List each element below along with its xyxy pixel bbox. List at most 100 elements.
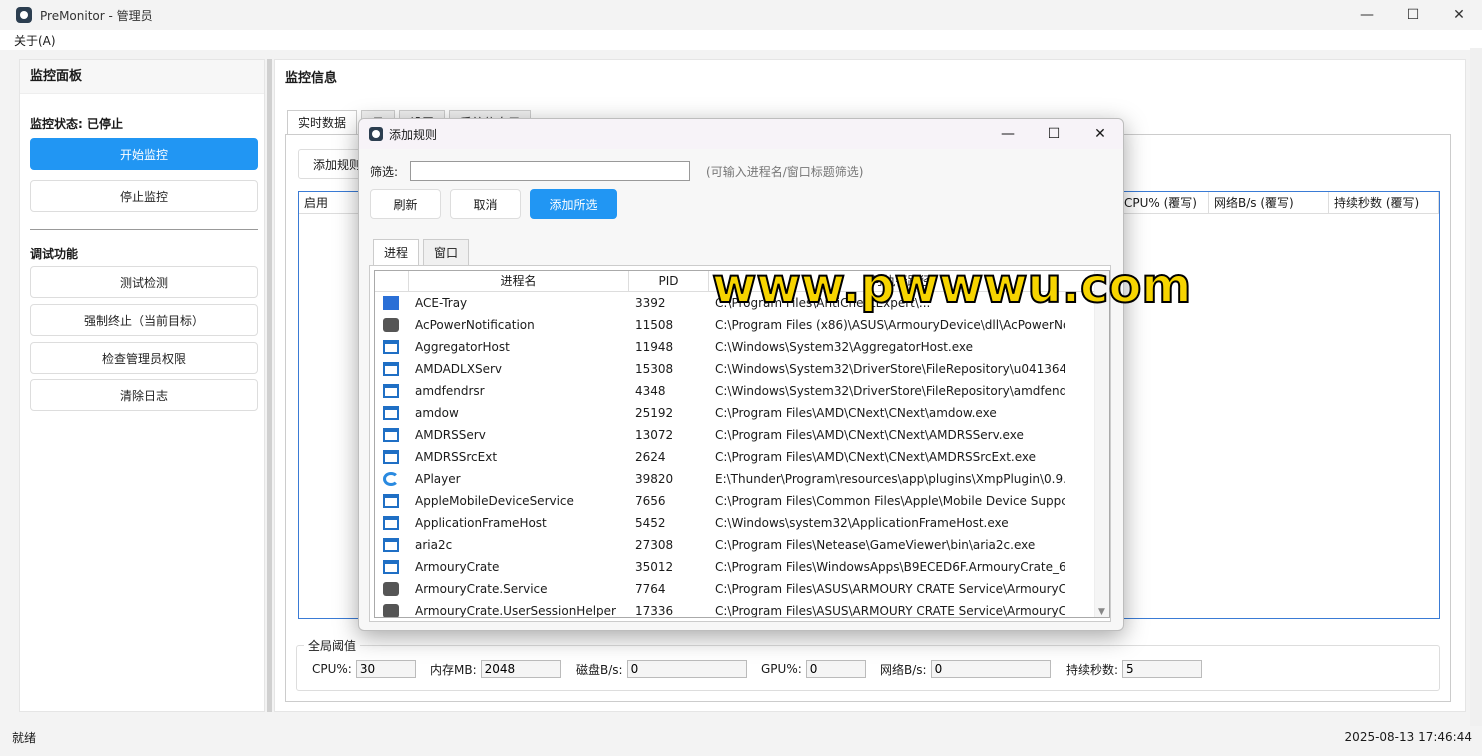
process-icon [383,582,399,596]
process-path: C:\Program Files\AMD\CNext\CNext\AMDRSSr… [715,450,1037,464]
column-duration[interactable]: 持续秒数 (覆写) [1329,192,1439,214]
process-pid: 7656 [635,494,666,508]
network-threshold-input[interactable] [930,660,1051,678]
window-title: PreMonitor - 管理员 [40,8,153,23]
window-controls: — ☐ ✕ [1344,0,1482,30]
table-row[interactable]: ArmouryCrate.Service 7764 C:\Program Files… [375,578,1095,600]
process-path: C:\Program Files (x86)\ASUS\ArmouryDevic… [715,318,1065,332]
clear-log-button[interactable]: 清除日志 [30,379,258,411]
status-timestamp: 2025-08-13 17:46:44 [1344,730,1472,744]
process-name: AMDADLXServ [415,362,502,376]
process-path: E:\Thunder\Program\resources\app\plugins… [715,472,1065,486]
process-name: AMDRSServ [415,428,486,442]
process-table-scrollbar[interactable]: ▲ ▼ [1094,271,1109,617]
process-pid: 7764 [635,582,666,596]
dialog-title-bar: 添加规则 — ☐ ✕ [359,119,1123,149]
process-path: C:\Program Files\Netease\GameViewer\bin\… [715,538,1036,552]
add-selected-button[interactable]: 添加所选 [530,189,617,219]
process-pid: 3392 [635,296,666,310]
column-process-name[interactable]: 进程名 [409,271,629,292]
process-pid: 39820 [635,472,674,486]
check-admin-button[interactable]: 检查管理员权限 [30,342,258,374]
test-detect-button[interactable]: 测试检测 [30,266,258,298]
table-row[interactable]: amdow 25192 C:\Program Files\AMD\CNext\CNe… [375,402,1095,424]
table-row[interactable]: AMDRSServ 13072 C:\Program Files\AMD\CNext… [375,424,1095,446]
menu-about[interactable]: 关于(A) [14,32,56,49]
process-name: AMDRSSrcExt [415,450,498,464]
disk-threshold-input[interactable] [626,660,747,678]
process-icon [383,296,399,310]
threshold-title: 全局阈值 [304,637,361,654]
app-logo-icon [16,7,32,23]
panel-title: 监控面板 [20,60,264,94]
duration-threshold-input[interactable] [1122,660,1203,678]
threshold-duration: 持续秒数: [1066,660,1203,678]
process-path: C:\Program Files\WindowsApps\B9ECED6F.Ar… [715,560,1065,574]
maximize-button[interactable]: ☐ [1390,0,1436,30]
process-pid: 27308 [635,538,674,552]
table-row[interactable]: amdfendrsr 4348 C:\Windows\System32\Driver… [375,380,1095,402]
tab-realtime[interactable]: 实时数据 [287,110,358,134]
dialog-tab-content: 进程名 PID 可执行路径 ACE-Tray 3392 C:\Program Fil… [369,265,1111,622]
table-row[interactable]: APlayer 39820 E:\Thunder\Program\resources… [375,468,1095,490]
threshold-label: 网络B/s: [880,662,927,677]
process-path: C:\Windows\System32\DriverStore\FileRepo… [715,384,1065,398]
table-row[interactable]: AMDRSSrcExt 2624 C:\Program Files\AMD\CNex… [375,446,1095,468]
minimize-button[interactable]: — [1344,0,1390,30]
process-table[interactable]: 进程名 PID 可执行路径 ACE-Tray 3392 C:\Program Fil… [374,270,1110,618]
column-cpu[interactable]: CPU% (覆写) [1119,192,1209,214]
window-scrollbar[interactable] [1470,48,1482,728]
watermark: www.pwwwu.com [711,257,1192,315]
debug-section-title: 调试功能 [30,247,79,261]
memory-threshold-input[interactable] [480,660,561,678]
process-pid: 2624 [635,450,666,464]
column-pid[interactable]: PID [629,271,709,292]
tab-window[interactable]: 窗口 [423,239,470,265]
table-row[interactable]: ArmouryCrate.UserSessionHelper 17336 C:\Pr… [375,600,1095,618]
panel-splitter[interactable] [267,59,272,712]
monitor-status: 监控状态: 已停止 [30,117,123,131]
process-pid: 15308 [635,362,674,376]
force-kill-button[interactable]: 强制终止（当前目标） [30,304,258,336]
panel-title: 监控信息 [285,71,338,86]
table-row[interactable]: AggregatorHost 11948 C:\Windows\System32\A… [375,336,1095,358]
process-pid: 5452 [635,516,666,530]
process-path: C:\Program Files\ASUS\ARMOURY CRATE Serv… [715,604,1065,618]
gpu-threshold-input[interactable] [805,660,866,678]
dialog-maximize-button[interactable]: ☐ [1031,119,1077,149]
process-pid: 17336 [635,604,674,618]
close-button[interactable]: ✕ [1436,0,1482,30]
process-name: AggregatorHost [415,340,510,354]
filter-input[interactable] [410,161,691,181]
process-icon [383,428,399,442]
table-row[interactable]: AcPowerNotification 11508 C:\Program Files… [375,314,1095,336]
table-row[interactable]: ArmouryCrate 35012 C:\Program Files\Window… [375,556,1095,578]
filter-label: 筛选: [370,164,399,179]
add-rule-dialog: 添加规则 — ☐ ✕ 筛选: (可输入进程名/窗口标题筛选) 刷新 取消 添加所… [358,118,1124,631]
table-row[interactable]: aria2c 27308 C:\Program Files\Netease\Game… [375,534,1095,556]
stop-monitor-button[interactable]: 停止监控 [30,180,258,212]
process-icon [383,362,399,376]
dialog-close-button[interactable]: ✕ [1077,119,1123,149]
tab-process[interactable]: 进程 [373,239,420,265]
process-path: C:\Program Files\Common Files\Apple\Mobi… [715,494,1065,508]
threshold-network: 网络B/s: [880,660,1051,678]
process-pid: 35012 [635,560,674,574]
table-row[interactable]: AppleMobileDeviceService 7656 C:\Program F… [375,490,1095,512]
scroll-down-icon[interactable]: ▼ [1098,607,1105,617]
refresh-button[interactable]: 刷新 [370,189,441,219]
column-enabled[interactable]: 启用 [299,192,359,214]
process-name: AcPowerNotification [415,318,535,332]
table-row[interactable]: ApplicationFrameHost 5452 C:\Windows\syste… [375,512,1095,534]
process-path: C:\Program Files\AMD\CNext\CNext\amdow.e… [715,406,997,420]
cpu-threshold-input[interactable] [355,660,416,678]
dialog-minimize-button[interactable]: — [985,119,1031,149]
column-network[interactable]: 网络B/s (覆写) [1209,192,1329,214]
dialog-tabs: 进程 窗口 [373,239,470,265]
start-monitor-button[interactable]: 开始监控 [30,138,258,170]
table-row[interactable]: AMDADLXServ 15308 C:\Windows\System32\Driv… [375,358,1095,380]
process-name: APlayer [415,472,461,486]
process-pid: 13072 [635,428,674,442]
process-pid: 11948 [635,340,674,354]
cancel-button[interactable]: 取消 [450,189,521,219]
